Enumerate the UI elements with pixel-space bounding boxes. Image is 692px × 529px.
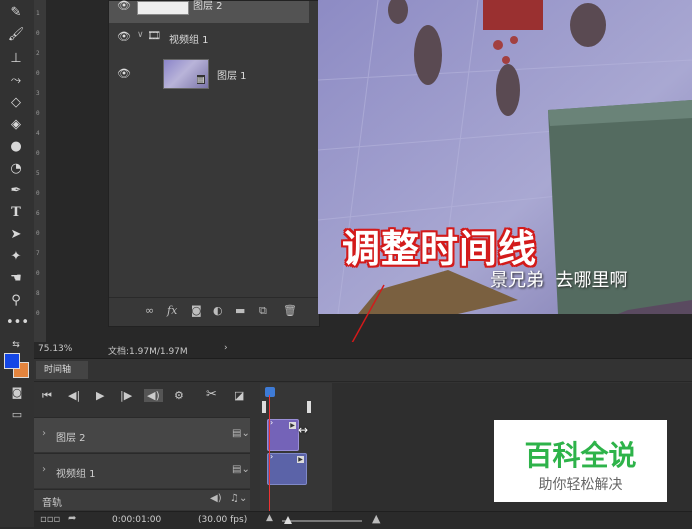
timeline-bottom-bar: ▫▫▫ ➦ 0:00:01:00 (30.00 fps) ▲ ▲ (34, 511, 692, 529)
foreground-color-swatch[interactable] (4, 353, 20, 369)
settings-gear-icon[interactable]: ⚙ (174, 389, 184, 402)
film-menu-icon[interactable]: ▤⌄ (232, 428, 250, 439)
chevron-right-icon[interactable]: › (42, 428, 46, 439)
track-row-video-group[interactable]: › 视频组 1 ▤⌄ (34, 453, 250, 488)
timecode: 0:00:01:00 (112, 515, 162, 525)
track-row-audio[interactable]: 音轨 ◀) ♫⌄ (34, 489, 250, 510)
clip-menu-icon[interactable]: ▶ (297, 456, 304, 463)
cursor-icon: ↔ (298, 423, 309, 437)
status-bar: 75.13% 文档:1.97M/1.97M › (34, 342, 692, 358)
speaker-icon[interactable]: ◀) (210, 493, 222, 504)
track-label: 视频组 1 (56, 469, 96, 480)
status-menu-arrow[interactable]: › (224, 343, 228, 353)
previous-frame-icon[interactable]: ◀| (68, 389, 80, 402)
mute-audio-icon[interactable]: ◀) (144, 389, 163, 402)
transition-icon[interactable]: ◪ (234, 389, 244, 402)
track-label: 图层 2 (56, 433, 86, 444)
clip-chevron-icon: › (270, 418, 274, 427)
track-row-layer2[interactable]: › 图层 2 ▤⌄ (34, 417, 250, 452)
frame-animation-icon[interactable]: ▫▫▫ (40, 514, 60, 525)
watermark-subtitle: 助你轻松解决 (538, 477, 623, 493)
playhead-handle[interactable] (265, 387, 275, 397)
clip-menu-icon[interactable]: ▶ (289, 422, 296, 429)
film-menu-icon[interactable]: ▤⌄ (232, 464, 250, 475)
work-area-end-handle[interactable] (307, 401, 311, 413)
frame-rate: (30.00 fps) (198, 515, 248, 525)
split-scissors-icon[interactable]: ✂ (206, 387, 217, 402)
music-note-icon[interactable]: ♫⌄ (230, 493, 247, 504)
track-label: 音轨 (42, 498, 62, 509)
zoom-level[interactable]: 75.13% (38, 344, 72, 354)
playhead-line (269, 395, 270, 511)
play-icon[interactable]: ▶ (96, 389, 104, 402)
clip-video-group[interactable]: › ▶ (267, 452, 307, 485)
render-video-icon[interactable]: ➦ (68, 513, 76, 524)
chevron-right-icon[interactable]: › (42, 464, 46, 475)
watermark-title: 百科全说 (524, 439, 637, 472)
watermark: 百科全说 助你轻松解决 (494, 420, 667, 502)
zoom-slider-track[interactable] (282, 520, 362, 522)
clip-chevron-icon: › (270, 452, 274, 461)
work-area-start-handle[interactable] (262, 401, 266, 413)
zoom-out-mountain-icon[interactable]: ▲ (266, 513, 273, 523)
go-to-start-icon[interactable]: ⏮ (42, 389, 52, 403)
tab-timeline[interactable]: 时间轴 (36, 361, 88, 379)
document-info: 文档:1.97M/1.97M (108, 347, 188, 357)
next-frame-icon[interactable]: |▶ (120, 389, 132, 402)
clip-layer2[interactable]: › ▶ (267, 418, 299, 451)
zoom-in-mountain-icon[interactable]: ▲ (372, 512, 380, 525)
